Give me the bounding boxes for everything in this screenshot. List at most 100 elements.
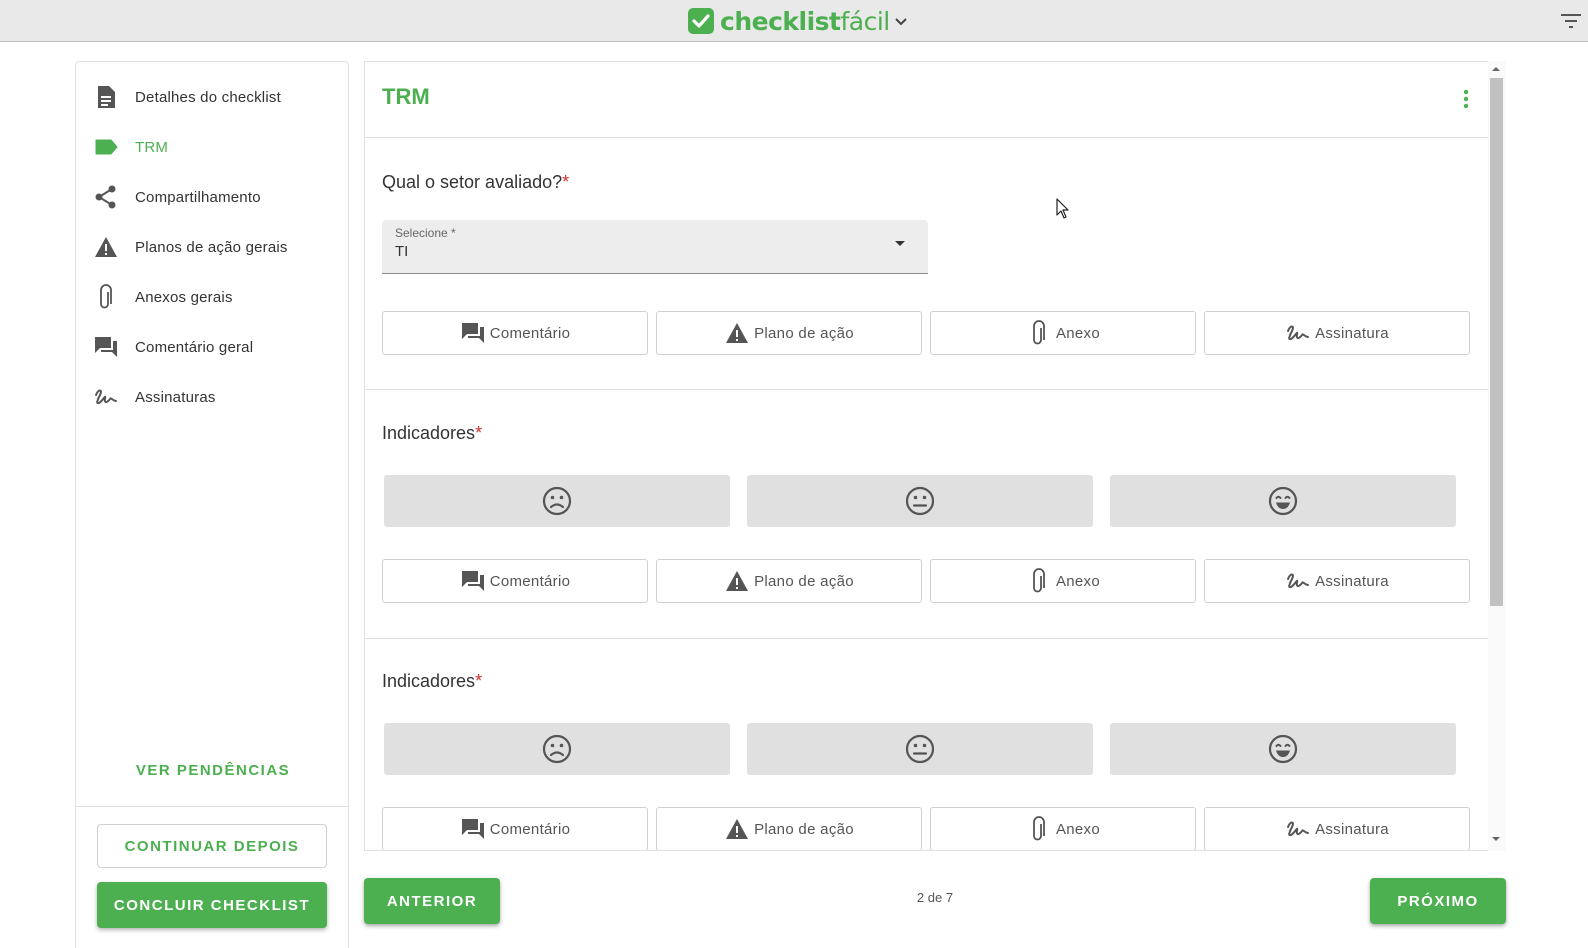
- warning-icon: [724, 568, 750, 594]
- signature-icon: [1285, 816, 1311, 842]
- attachment-button[interactable]: Anexo: [930, 559, 1196, 603]
- continue-later-button[interactable]: CONTINUAR DEPOIS: [97, 824, 327, 868]
- neutral-face-icon: [905, 734, 935, 764]
- section-title: TRM: [382, 84, 430, 109]
- sidebar: Detalhes do checklist TRM Compartilhamen…: [75, 61, 349, 948]
- brand-logo[interactable]: checklistfácil: [688, 6, 908, 36]
- signature-icon: [92, 383, 120, 411]
- sad-option[interactable]: [384, 475, 730, 527]
- happy-face-icon: [1268, 486, 1298, 516]
- filter-icon[interactable]: [1560, 13, 1582, 29]
- neutral-option[interactable]: [747, 723, 1093, 775]
- signature-label: Assinatura: [1315, 324, 1389, 342]
- divider: [76, 806, 348, 807]
- happy-option[interactable]: [1110, 723, 1456, 775]
- sidebar-item-signatures[interactable]: Assinaturas: [92, 379, 342, 415]
- sidebar-item-sharing[interactable]: Compartilhamento: [92, 179, 342, 215]
- sidebar-item-trm[interactable]: TRM: [92, 129, 342, 165]
- signature-button[interactable]: Assinatura: [1204, 807, 1470, 850]
- mouse-cursor-icon: [1056, 198, 1069, 219]
- sidebar-item-label: Planos de ação gerais: [135, 238, 288, 256]
- question-actions: Comentário Plano de ação Anexo Assinatur…: [382, 311, 1472, 355]
- action-plan-button[interactable]: Plano de ação: [656, 311, 922, 355]
- sector-select[interactable]: Selecione * TI: [382, 220, 928, 274]
- sidebar-item-attachments[interactable]: Anexos gerais: [92, 279, 342, 315]
- comment-button[interactable]: Comentário: [382, 559, 648, 603]
- sidebar-item-details[interactable]: Detalhes do checklist: [92, 79, 342, 115]
- comment-icon: [460, 816, 486, 842]
- document-icon: [92, 83, 120, 111]
- select-label: Selecione *: [395, 226, 456, 240]
- page-indicator: 2 de 7: [916, 890, 954, 905]
- sidebar-item-action-plans[interactable]: Planos de ação gerais: [92, 229, 342, 265]
- paperclip-icon: [1026, 816, 1052, 842]
- signature-icon: [1285, 320, 1311, 346]
- chevron-down-icon[interactable]: [894, 17, 908, 27]
- next-button[interactable]: PRÓXIMO: [1370, 878, 1506, 924]
- question-label: Indicadores*: [382, 671, 483, 691]
- happy-face-icon: [1268, 734, 1298, 764]
- sidebar-item-general-comment[interactable]: Comentário geral: [92, 329, 342, 365]
- comment-icon: [92, 333, 120, 361]
- share-icon: [92, 183, 120, 211]
- warning-icon: [724, 320, 750, 346]
- comment-label: Comentário: [489, 572, 571, 590]
- comment-icon: [460, 568, 486, 594]
- comment-button[interactable]: Comentário: [382, 311, 648, 355]
- sidebar-item-label: Detalhes do checklist: [135, 88, 281, 106]
- attachment-label: Anexo: [1055, 324, 1101, 342]
- attachment-button[interactable]: Anexo: [930, 311, 1196, 355]
- brand-name: checklistfácil: [720, 6, 890, 36]
- warning-icon: [92, 233, 120, 261]
- top-bar: checklistfácil: [0, 0, 1588, 42]
- question-label: Qual o setor avaliado?*: [382, 172, 570, 192]
- sidebar-item-label: Comentário geral: [135, 338, 254, 356]
- signature-label: Assinatura: [1315, 572, 1389, 590]
- previous-button[interactable]: ANTERIOR: [364, 878, 500, 924]
- sad-face-icon: [542, 734, 572, 764]
- happy-option[interactable]: [1110, 475, 1456, 527]
- attachment-label: Anexo: [1055, 572, 1101, 590]
- comment-button[interactable]: Comentário: [382, 807, 648, 850]
- label-tag-icon: [92, 133, 120, 161]
- divider: [365, 638, 1489, 639]
- scroll-down-arrow-icon[interactable]: [1491, 836, 1501, 842]
- sidebar-item-label: Compartilhamento: [135, 188, 261, 206]
- paperclip-icon: [1026, 320, 1052, 346]
- more-options-icon[interactable]: [1455, 86, 1477, 112]
- scroll-up-arrow-icon[interactable]: [1491, 66, 1501, 72]
- paperclip-icon: [1026, 568, 1052, 594]
- scrollbar-thumb[interactable]: [1490, 78, 1503, 606]
- question-label: Indicadores*: [382, 423, 483, 443]
- attachment-label: Anexo: [1055, 820, 1101, 838]
- select-value: TI: [395, 243, 409, 260]
- signature-button[interactable]: Assinatura: [1204, 311, 1470, 355]
- sad-face-icon: [542, 486, 572, 516]
- finish-checklist-button[interactable]: CONCLUIR CHECKLIST: [97, 882, 327, 928]
- divider: [365, 137, 1489, 138]
- indicator-options: [384, 475, 1456, 527]
- attachment-button[interactable]: Anexo: [930, 807, 1196, 850]
- neutral-face-icon: [905, 486, 935, 516]
- sidebar-item-label: TRM: [135, 138, 169, 156]
- view-pending-link[interactable]: VER PENDÊNCIAS: [76, 762, 350, 779]
- checkmark-logo-icon: [688, 8, 714, 34]
- comment-label: Comentário: [489, 820, 571, 838]
- sad-option[interactable]: [384, 723, 730, 775]
- signature-icon: [1285, 568, 1311, 594]
- action-plan-button[interactable]: Plano de ação: [656, 559, 922, 603]
- sidebar-item-label: Anexos gerais: [135, 288, 233, 306]
- checklist-card: TRM Qual o setor avaliado?* Selecione * …: [364, 61, 1506, 851]
- indicator-options: [384, 723, 1456, 775]
- divider: [365, 389, 1489, 390]
- comment-icon: [460, 320, 486, 346]
- signature-button[interactable]: Assinatura: [1204, 559, 1470, 603]
- neutral-option[interactable]: [747, 475, 1093, 527]
- signature-label: Assinatura: [1315, 820, 1389, 838]
- dropdown-arrow-icon: [895, 241, 905, 246]
- action-plan-label: Plano de ação: [754, 572, 854, 590]
- action-plan-button[interactable]: Plano de ação: [656, 807, 922, 850]
- question-actions: Comentário Plano de ação Anexo Assinatur…: [382, 559, 1472, 603]
- action-plan-label: Plano de ação: [754, 820, 854, 838]
- paperclip-icon: [92, 283, 120, 311]
